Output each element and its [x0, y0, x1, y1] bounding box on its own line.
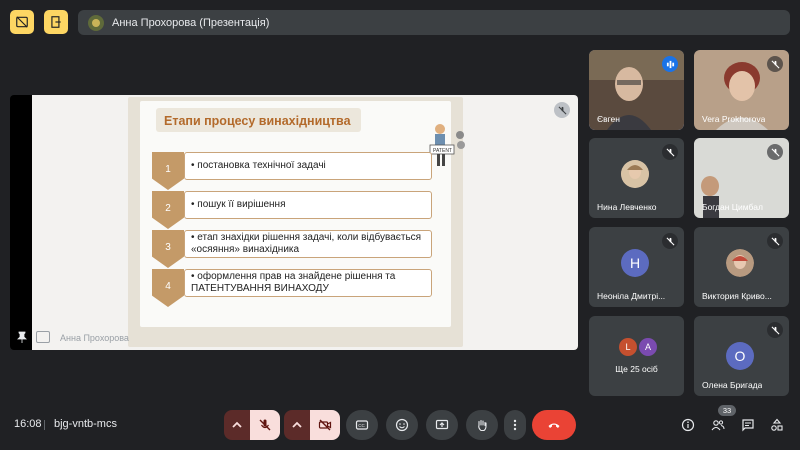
captions-icon[interactable] [36, 331, 50, 343]
mic-muted-icon [767, 56, 783, 72]
chevron-up-icon [292, 421, 302, 428]
mic-muted-icon [767, 233, 783, 249]
video-options-button[interactable] [284, 410, 310, 440]
participant-letter-avatar: Н [621, 249, 649, 277]
participant-name: Виктория Криво... [702, 291, 772, 301]
presenter-avatar-icon [88, 14, 104, 31]
exit-presentation-button[interactable] [44, 10, 68, 34]
chat-button[interactable] [739, 416, 757, 434]
captions-button[interactable]: CC [346, 410, 378, 440]
chat-icon [742, 419, 754, 432]
toggle-camera-button[interactable] [310, 410, 340, 440]
participant-tile[interactable]: Н Неоніла Дмитрі... [589, 227, 684, 307]
door-exit-icon [51, 16, 61, 28]
stage-mic-muted-icon [554, 102, 570, 118]
slide: Етапи процесу винахідництва PATENT 1 • п… [128, 97, 465, 347]
raise-hand-button[interactable] [466, 410, 498, 440]
people-button[interactable] [709, 416, 727, 434]
participant-tile[interactable]: Євген [589, 50, 684, 130]
step-text: • етап знахідки рішення задачі, коли від… [184, 230, 432, 258]
presenter-title: Анна Прохорова (Презентація) [112, 16, 270, 29]
pin-icon[interactable] [16, 331, 28, 343]
participant-count-badge: 33 [718, 405, 736, 416]
patent-clipart-icon: PATENT [429, 124, 465, 166]
participant-tile[interactable]: Богдан Цимбал [694, 138, 789, 218]
activities-button[interactable] [768, 416, 786, 434]
meeting-details-button[interactable] [679, 416, 697, 434]
participant-name: Нина Левченко [597, 202, 657, 212]
more-participants-tile[interactable]: L A Ще 25 осіб [589, 316, 684, 396]
emoji-icon [395, 418, 409, 432]
participant-tile[interactable]: Нина Левченко [589, 138, 684, 218]
divider [44, 420, 45, 430]
mic-muted-icon [662, 144, 678, 160]
info-icon [681, 418, 695, 432]
leave-call-button[interactable] [532, 410, 576, 440]
people-icon [711, 420, 725, 431]
participant-letter-avatar: L [619, 338, 637, 356]
mic-muted-icon [662, 233, 678, 249]
presentation-stage[interactable]: Етапи процесу винахідництва PATENT 1 • п… [10, 95, 578, 350]
svg-text:CC: CC [358, 423, 365, 428]
chevron-up-icon [232, 421, 242, 428]
hide-self-view-button[interactable] [10, 10, 34, 34]
audio-options-button[interactable] [224, 410, 250, 440]
speaking-indicator-icon [662, 56, 678, 72]
closed-captions-icon: CC [355, 420, 369, 430]
participant-name: Vera Prokhorova [702, 114, 766, 124]
participant-name: Олена Бригада [702, 380, 763, 390]
step-text: • оформлення прав на знайдене рішення та… [184, 269, 432, 297]
slide-title: Етапи процесу винахідництва [164, 114, 351, 128]
more-options-button[interactable] [504, 410, 526, 440]
more-vert-icon [513, 419, 517, 431]
mic-muted-icon [767, 322, 783, 338]
participant-name: Євген [597, 114, 620, 124]
step-text: • пошук її вирішення [184, 191, 432, 219]
participant-tile[interactable]: О Олена Бригада [694, 316, 789, 396]
end-call-icon [548, 423, 560, 428]
mic-muted-icon [767, 144, 783, 160]
hide-panel-icon [16, 16, 28, 28]
hand-icon [478, 419, 487, 432]
participant-tile[interactable]: Vera Prokhorova [694, 50, 789, 130]
participant-name: Богдан Цимбал [702, 202, 763, 212]
participant-letter-avatar: A [639, 338, 657, 356]
activities-icon [771, 418, 783, 431]
participant-tile[interactable]: Виктория Криво... [694, 227, 789, 307]
participant-name: Неоніла Дмитрі... [597, 291, 666, 301]
step-text: • постановка технічної задачі [184, 152, 432, 180]
mic-off-icon [259, 419, 271, 431]
participant-letter-avatar: О [726, 342, 754, 370]
clock: 16:08 [14, 418, 42, 430]
camera-off-icon [318, 419, 332, 431]
participant-photo-avatar [726, 249, 754, 277]
participant-photo-avatar [621, 160, 649, 188]
clipart-label: PATENT [433, 148, 452, 154]
more-participants-label: Ще 25 осіб [615, 364, 658, 374]
reactions-button[interactable] [386, 410, 418, 440]
meeting-code: bjg-vntb-mcs [54, 418, 117, 430]
presentation-title-bar: Анна Прохорова (Презентація) [78, 10, 790, 35]
stage-presenter-name: Анна Прохорова [60, 333, 129, 343]
present-screen-icon [435, 419, 449, 430]
toggle-microphone-button[interactable] [250, 410, 280, 440]
present-screen-button[interactable] [426, 410, 458, 440]
